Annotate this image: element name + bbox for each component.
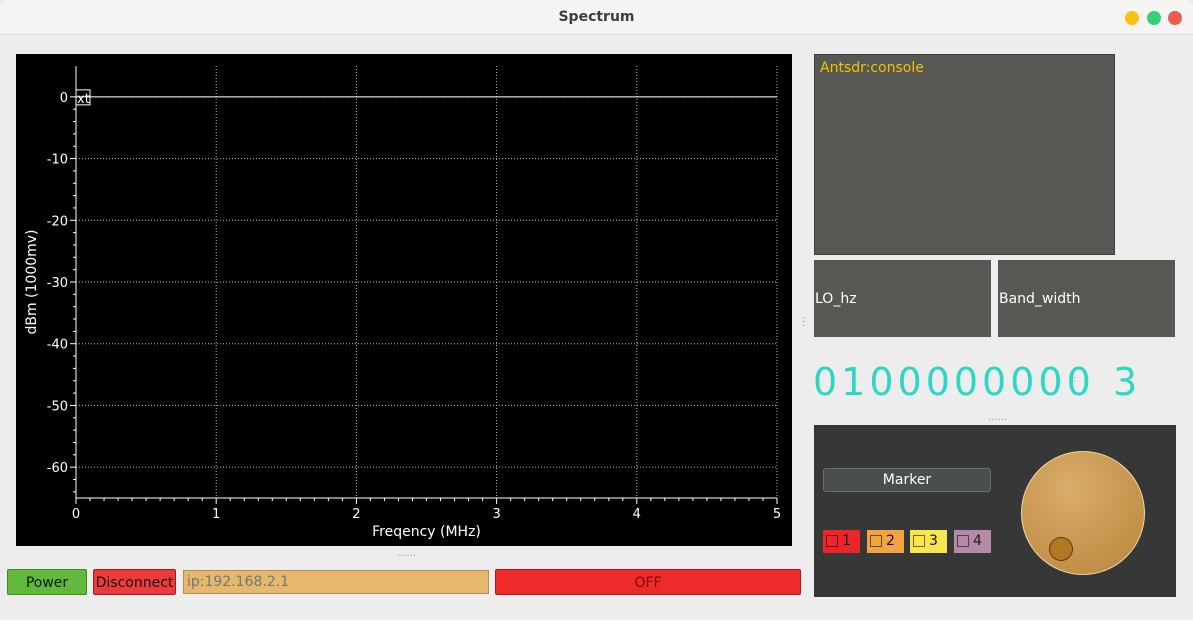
power-button[interactable]: Power	[7, 569, 87, 595]
disconnect-button[interactable]: Disconnect	[93, 569, 176, 595]
maximize-button[interactable]	[1147, 11, 1161, 25]
x-tick-label: 5	[773, 507, 781, 522]
band-width-label: Band_width	[999, 291, 1081, 307]
marker-3-check-box[interactable]	[913, 535, 925, 547]
band-width-lcd: 3	[1113, 360, 1142, 404]
x-tick-label: 4	[633, 507, 641, 522]
vertical-splitter-handle[interactable]: ......	[397, 549, 416, 559]
y-tick-label: -30	[47, 276, 68, 291]
right-splitter-handle[interactable]: ......	[988, 413, 1007, 423]
marker-button[interactable]: Marker	[823, 468, 991, 492]
marker-1-label: 1	[842, 533, 851, 549]
marker-3-checkbox[interactable]: 3	[910, 530, 947, 553]
x-tick-label: 2	[352, 507, 360, 522]
close-button[interactable]	[1168, 11, 1182, 25]
x-axis-label: Freqency (MHz)	[372, 524, 481, 540]
spectrum-plot-svg: 0 1 2 3 4 5 0 -10 -20 -30 -40 -50 -60 Freqency (MHz) d…	[24, 66, 781, 540]
background-window	[0, 620, 1193, 624]
marker-2-check-box[interactable]	[870, 535, 882, 547]
title-bar[interactable]: Spectrum	[0, 0, 1193, 35]
minimize-button[interactable]	[1125, 11, 1139, 25]
x-tick-label: 0	[72, 507, 80, 522]
marker-4-check-box[interactable]	[957, 535, 969, 547]
spectrum-plot[interactable]: 0 1 2 3 4 5 0 -10 -20 -30 -40 -50 -60 Freqency (MHz) d…	[16, 54, 792, 546]
y-axis-label: dBm (1000mv)	[24, 229, 40, 334]
status-off-button[interactable]: OFF	[495, 569, 801, 595]
lo-hz-lcd: 0100000000	[813, 360, 1095, 404]
marker-2-label: 2	[886, 533, 895, 549]
marker-2-checkbox[interactable]: 2	[867, 530, 904, 553]
marker-4-checkbox[interactable]: 4	[954, 530, 991, 553]
marker-4-label: 4	[973, 533, 982, 549]
horizontal-splitter-handle[interactable]: ::	[802, 315, 805, 329]
ip-address-input[interactable]	[183, 570, 489, 594]
lo-hz-label: LO_hz	[815, 291, 857, 307]
console-panel: Antsdr:console	[814, 54, 1115, 255]
marker-3-label: 3	[929, 533, 938, 549]
x-tick-label: 1	[212, 507, 220, 522]
spectrum-window: Spectrum 0 1 2 3 4 5 0 -10 -20 -30 -40 -50 -60 Freqen…	[0, 0, 1193, 620]
band-width-panel: Band_width	[998, 260, 1175, 337]
y-tick-label: -60	[47, 461, 68, 476]
marker-1-checkbox[interactable]: 1	[823, 530, 860, 553]
y-tick-label: -20	[47, 214, 68, 229]
y-tick-label: -50	[47, 399, 68, 414]
y-tick-label: 0	[60, 91, 68, 106]
marker-1-check-box[interactable]	[826, 535, 838, 547]
lo-hz-panel: LO_hz	[814, 260, 991, 337]
window-title: Spectrum	[558, 9, 635, 25]
y-tick-label: -10	[47, 153, 68, 168]
x-tick-label: 3	[492, 507, 500, 522]
knob-indicator	[1049, 537, 1073, 561]
y-tick-label: -40	[47, 338, 68, 353]
marker-panel: Marker 1 2 3 4	[814, 425, 1176, 597]
lcd-divider: :	[1073, 374, 1077, 385]
console-label: Antsdr:console	[820, 60, 924, 76]
marker-knob-dial[interactable]	[1021, 451, 1145, 575]
trace-label: xt	[77, 92, 90, 107]
